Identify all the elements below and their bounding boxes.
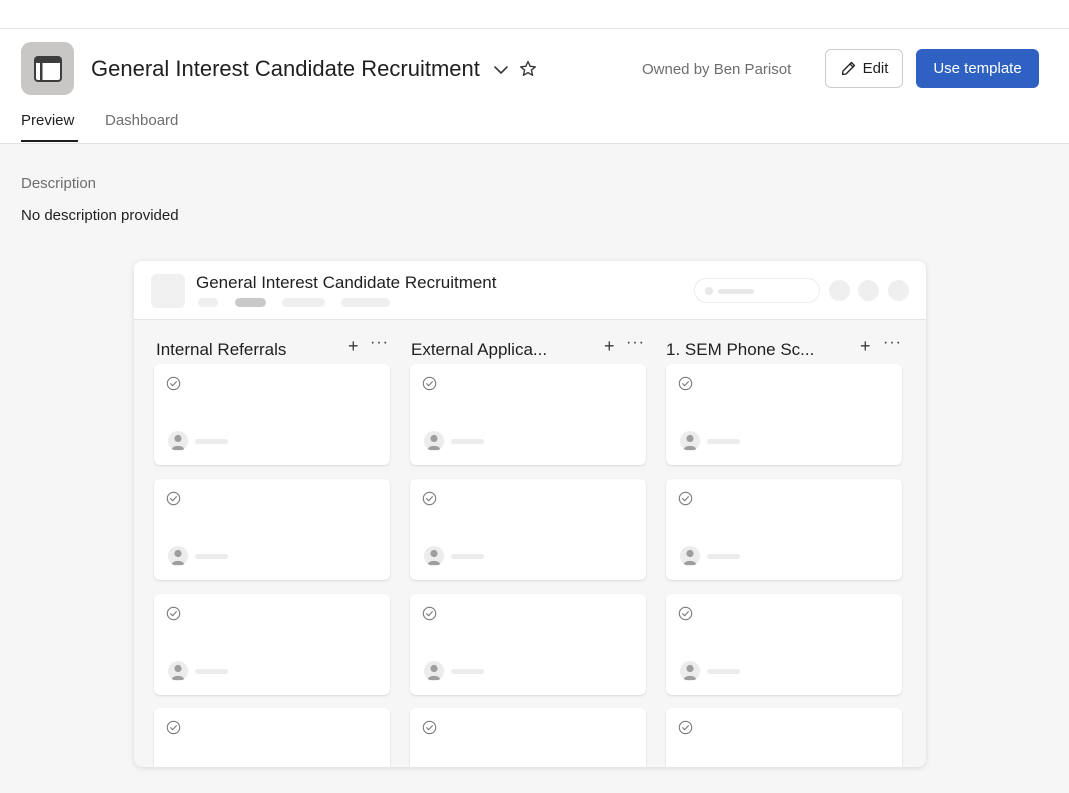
placeholder-pill xyxy=(341,298,390,307)
check-circle-icon[interactable] xyxy=(422,606,437,621)
avatar-icon xyxy=(683,664,697,680)
avatar xyxy=(168,431,188,451)
avatar-icon xyxy=(171,664,185,680)
task-card[interactable] xyxy=(666,594,902,695)
avatar-icon xyxy=(427,549,441,565)
tab-preview[interactable]: Preview xyxy=(21,112,74,129)
column-add-button[interactable]: + xyxy=(604,336,615,357)
placeholder-pill xyxy=(235,298,266,307)
avatar-icon xyxy=(171,549,185,565)
column-add-button[interactable]: + xyxy=(860,336,871,357)
task-card[interactable] xyxy=(410,479,646,580)
task-card[interactable] xyxy=(154,594,390,695)
avatar xyxy=(680,546,700,566)
tab-dashboard[interactable]: Dashboard xyxy=(105,112,178,129)
description-label: Description xyxy=(21,175,97,192)
avatar xyxy=(168,661,188,681)
placeholder-bar xyxy=(195,439,228,444)
check-circle-icon[interactable] xyxy=(422,720,437,735)
placeholder-avatar xyxy=(888,280,909,301)
placeholder-bar xyxy=(451,439,484,444)
task-card[interactable] xyxy=(410,594,646,695)
board-preview: General Interest Candidate Recruitment I… xyxy=(134,261,926,767)
column-more-button[interactable]: ··· xyxy=(370,334,389,352)
task-card[interactable] xyxy=(154,364,390,465)
task-card[interactable] xyxy=(666,364,902,465)
column-title: 1. SEM Phone Sc... xyxy=(666,340,815,359)
board-template-icon xyxy=(33,55,62,82)
avatar-icon xyxy=(427,434,441,450)
task-card[interactable] xyxy=(154,708,390,767)
placeholder-bar xyxy=(451,669,484,674)
task-card[interactable] xyxy=(410,364,646,465)
avatar-icon xyxy=(171,434,185,450)
avatar xyxy=(424,431,444,451)
board-preview-icon xyxy=(151,274,185,308)
placeholder-pill xyxy=(282,298,325,307)
app-tile xyxy=(21,42,74,95)
placeholder-bar xyxy=(707,669,740,674)
avatar xyxy=(424,546,444,566)
check-circle-icon[interactable] xyxy=(678,376,693,391)
check-circle-icon[interactable] xyxy=(166,376,181,391)
board-preview-title: General Interest Candidate Recruitment xyxy=(196,273,497,292)
placeholder-bar xyxy=(707,439,740,444)
check-circle-icon[interactable] xyxy=(678,606,693,621)
check-circle-icon[interactable] xyxy=(422,491,437,506)
check-circle-icon[interactable] xyxy=(166,491,181,506)
placeholder-bar xyxy=(718,289,754,294)
task-card[interactable] xyxy=(154,479,390,580)
placeholder-pill xyxy=(198,298,218,307)
avatar xyxy=(680,661,700,681)
avatar xyxy=(168,546,188,566)
task-card[interactable] xyxy=(666,479,902,580)
avatar xyxy=(680,431,700,451)
avatar-icon xyxy=(683,549,697,565)
star-icon[interactable] xyxy=(518,59,538,79)
check-circle-icon[interactable] xyxy=(166,720,181,735)
avatar xyxy=(424,661,444,681)
placeholder-dot xyxy=(705,287,713,295)
edit-button[interactable]: Edit xyxy=(825,49,903,88)
active-tab-indicator xyxy=(21,140,78,142)
placeholder-avatar xyxy=(829,280,850,301)
check-circle-icon[interactable] xyxy=(678,491,693,506)
placeholder-bar xyxy=(195,669,228,674)
check-circle-icon[interactable] xyxy=(422,376,437,391)
chevron-down-icon[interactable] xyxy=(492,61,510,79)
owner-label: Owned by Ben Parisot xyxy=(642,61,792,78)
column-add-button[interactable]: + xyxy=(348,336,359,357)
placeholder-avatar xyxy=(858,280,879,301)
column-more-button[interactable]: ··· xyxy=(883,334,902,352)
column-more-button[interactable]: ··· xyxy=(626,334,645,352)
description-text: No description provided xyxy=(21,207,179,224)
page-title: General Interest Candidate Recruitment xyxy=(91,56,480,81)
placeholder-bar xyxy=(451,554,484,559)
task-card[interactable] xyxy=(666,708,902,767)
template-header: General Interest Candidate Recruitment O… xyxy=(0,29,1069,144)
avatar-icon xyxy=(683,434,697,450)
placeholder-bar xyxy=(195,554,228,559)
board-preview-header: General Interest Candidate Recruitment xyxy=(134,261,926,320)
check-circle-icon[interactable] xyxy=(678,720,693,735)
pencil-icon xyxy=(841,61,855,76)
placeholder-bar xyxy=(707,554,740,559)
column-title: External Applica... xyxy=(411,340,548,359)
top-bar xyxy=(0,0,1069,29)
use-template-button[interactable]: Use template xyxy=(916,49,1039,88)
check-circle-icon[interactable] xyxy=(166,606,181,621)
avatar-icon xyxy=(427,664,441,680)
task-card[interactable] xyxy=(410,708,646,767)
edit-button-label: Edit xyxy=(862,60,889,77)
placeholder-search xyxy=(694,278,820,303)
column-title: Internal Referrals xyxy=(156,340,287,359)
